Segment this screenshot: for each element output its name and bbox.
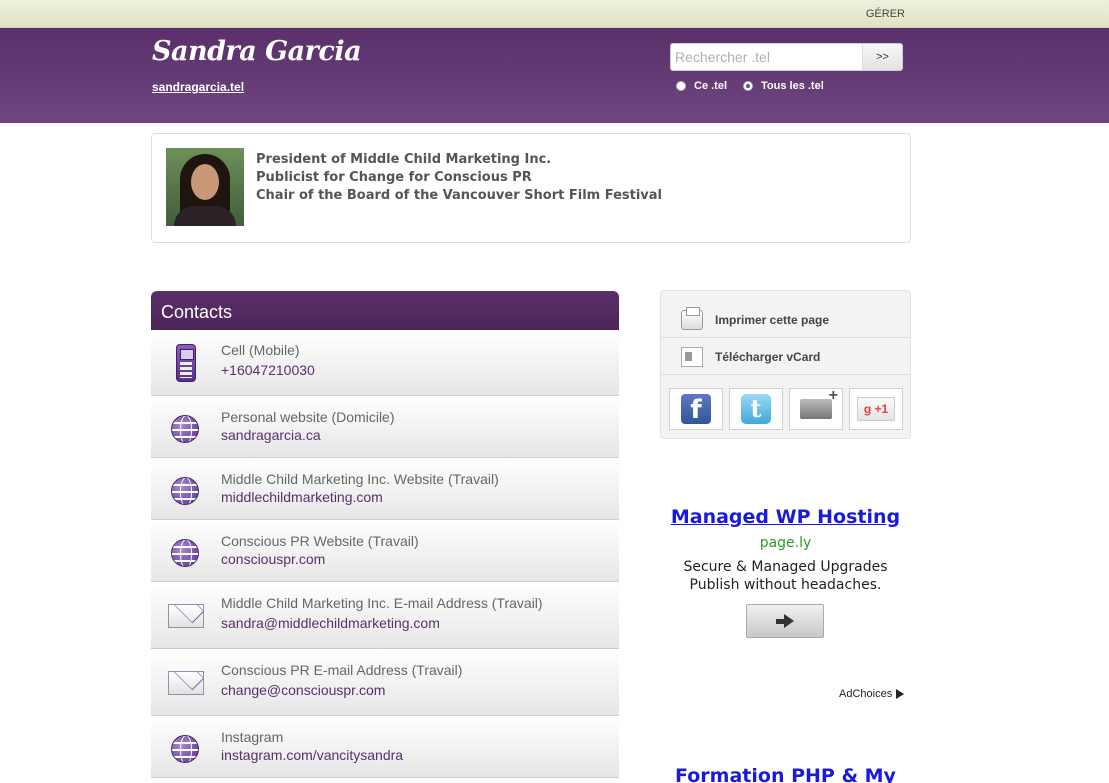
ad-domain: page.ly — [759, 535, 812, 551]
search-button[interactable]: >> — [862, 44, 902, 70]
search-input[interactable] — [671, 44, 864, 70]
print-page-label: Imprimer cette page — [715, 313, 830, 327]
globe-icon — [171, 477, 201, 507]
manage-link[interactable]: GÉRER — [866, 8, 905, 20]
list-item: Conscious PR Website (Travail) conscious… — [151, 520, 619, 582]
ad-title-link[interactable]: Formation PHP & My — [660, 765, 911, 783]
contacts-heading: Contacts — [151, 291, 619, 330]
email-share-button[interactable] — [789, 387, 843, 430]
list-item: Conscious PR E-mail Address (Travail) ch… — [151, 649, 619, 716]
site-header: Sandra Garcia sandragarcia.tel >> Ce .te… — [0, 28, 1109, 123]
email-add-icon — [800, 387, 838, 419]
contact-value[interactable]: instagram.com/vancitysandra — [221, 747, 403, 763]
mobile-phone-icon — [171, 344, 201, 382]
share-buttons: f t g +1 — [669, 387, 903, 430]
download-vcard-button[interactable]: Télécharger vCard — [661, 338, 910, 375]
scope-all-tel-label[interactable]: Tous les .tel — [761, 80, 824, 92]
contact-value[interactable]: sandra@middlechildmarketing.com — [221, 615, 440, 631]
contact-label: Conscious PR Website (Travail) — [221, 533, 419, 549]
contact-value[interactable]: middlechildmarketing.com — [221, 489, 383, 505]
search-scope: Ce .tel Tous les .tel — [676, 80, 840, 92]
adchoices-link[interactable]: AdChoices — [839, 688, 905, 700]
bio-line: Publicist for Change for Conscious PR — [256, 170, 532, 185]
contact-label: Middle Child Marketing Inc. E-mail Addre… — [221, 595, 543, 611]
twitter-share-button[interactable]: t — [729, 388, 783, 430]
site-url-link[interactable]: sandragarcia.tel — [152, 80, 244, 94]
avatar — [166, 148, 244, 226]
profile-card: President of Middle Child Marketing Inc.… — [151, 133, 911, 243]
printer-icon — [681, 307, 703, 330]
top-strip: GÉRER — [0, 0, 1109, 28]
globe-icon — [171, 735, 201, 765]
contact-label: Cell (Mobile) — [221, 342, 300, 358]
ad-text-line: Secure & Managed Upgrades — [683, 559, 888, 575]
envelope-icon — [168, 671, 204, 701]
list-item: Cell (Mobile) +16047210030 — [151, 330, 619, 396]
contact-value[interactable]: sandragarcia.ca — [221, 427, 321, 443]
twitter-icon: t — [741, 394, 771, 424]
contact-label: Conscious PR E-mail Address (Travail) — [221, 662, 463, 678]
bio: President of Middle Child Marketing Inc.… — [256, 151, 662, 205]
list-item: Instagram instagram.com/vancitysandra — [151, 716, 619, 778]
scope-all-tel-radio[interactable] — [743, 81, 754, 91]
list-item: Middle Child Marketing Inc. E-mail Addre… — [151, 582, 619, 649]
list-item: Middle Child Marketing Inc. Website (Tra… — [151, 458, 619, 520]
facebook-icon: f — [681, 394, 711, 425]
search-box: >> — [670, 43, 903, 71]
contact-label: Personal website (Domicile) — [221, 409, 395, 425]
facebook-share-button[interactable]: f — [669, 388, 723, 430]
contact-label: Instagram — [221, 729, 284, 745]
contact-value[interactable]: consciouspr.com — [221, 551, 325, 567]
contact-value[interactable]: change@consciouspr.com — [221, 682, 385, 698]
arrow-right-icon — [776, 614, 794, 628]
globe-icon — [171, 539, 201, 569]
scope-this-tel-radio[interactable] — [676, 81, 686, 91]
download-vcard-label: Télécharger vCard — [715, 350, 821, 364]
bio-line: Chair of the Board of the Vancouver Shor… — [256, 188, 663, 203]
ad-go-button[interactable] — [746, 604, 824, 638]
contacts-panel: Contacts Cell (Mobile) +16047210030 Pers… — [151, 291, 619, 783]
ad-title-link[interactable]: Managed WP Hosting — [660, 506, 911, 528]
bio-line: President of Middle Child Marketing Inc. — [256, 152, 552, 167]
print-page-button[interactable]: Imprimer cette page — [661, 301, 910, 338]
contact-value[interactable]: +16047210030 — [221, 362, 315, 378]
envelope-icon — [168, 604, 204, 634]
ad-text-line: Publish without headaches. — [689, 577, 882, 593]
google-plus-icon: g +1 — [857, 397, 895, 421]
list-item: Personal website (Domicile) sandragarcia… — [151, 396, 619, 458]
adchoices-label: AdChoices — [839, 688, 893, 700]
site-title: Sandra Garcia — [152, 36, 362, 67]
google-plus-button[interactable]: g +1 — [849, 388, 903, 430]
scope-this-tel-label[interactable]: Ce .tel — [694, 80, 727, 92]
adchoices-icon — [896, 689, 905, 700]
vcard-icon — [681, 347, 703, 367]
contact-label: Middle Child Marketing Inc. Website (Tra… — [221, 471, 499, 487]
actions-panel: Imprimer cette page Télécharger vCard f … — [660, 290, 911, 439]
globe-icon — [171, 415, 201, 445]
